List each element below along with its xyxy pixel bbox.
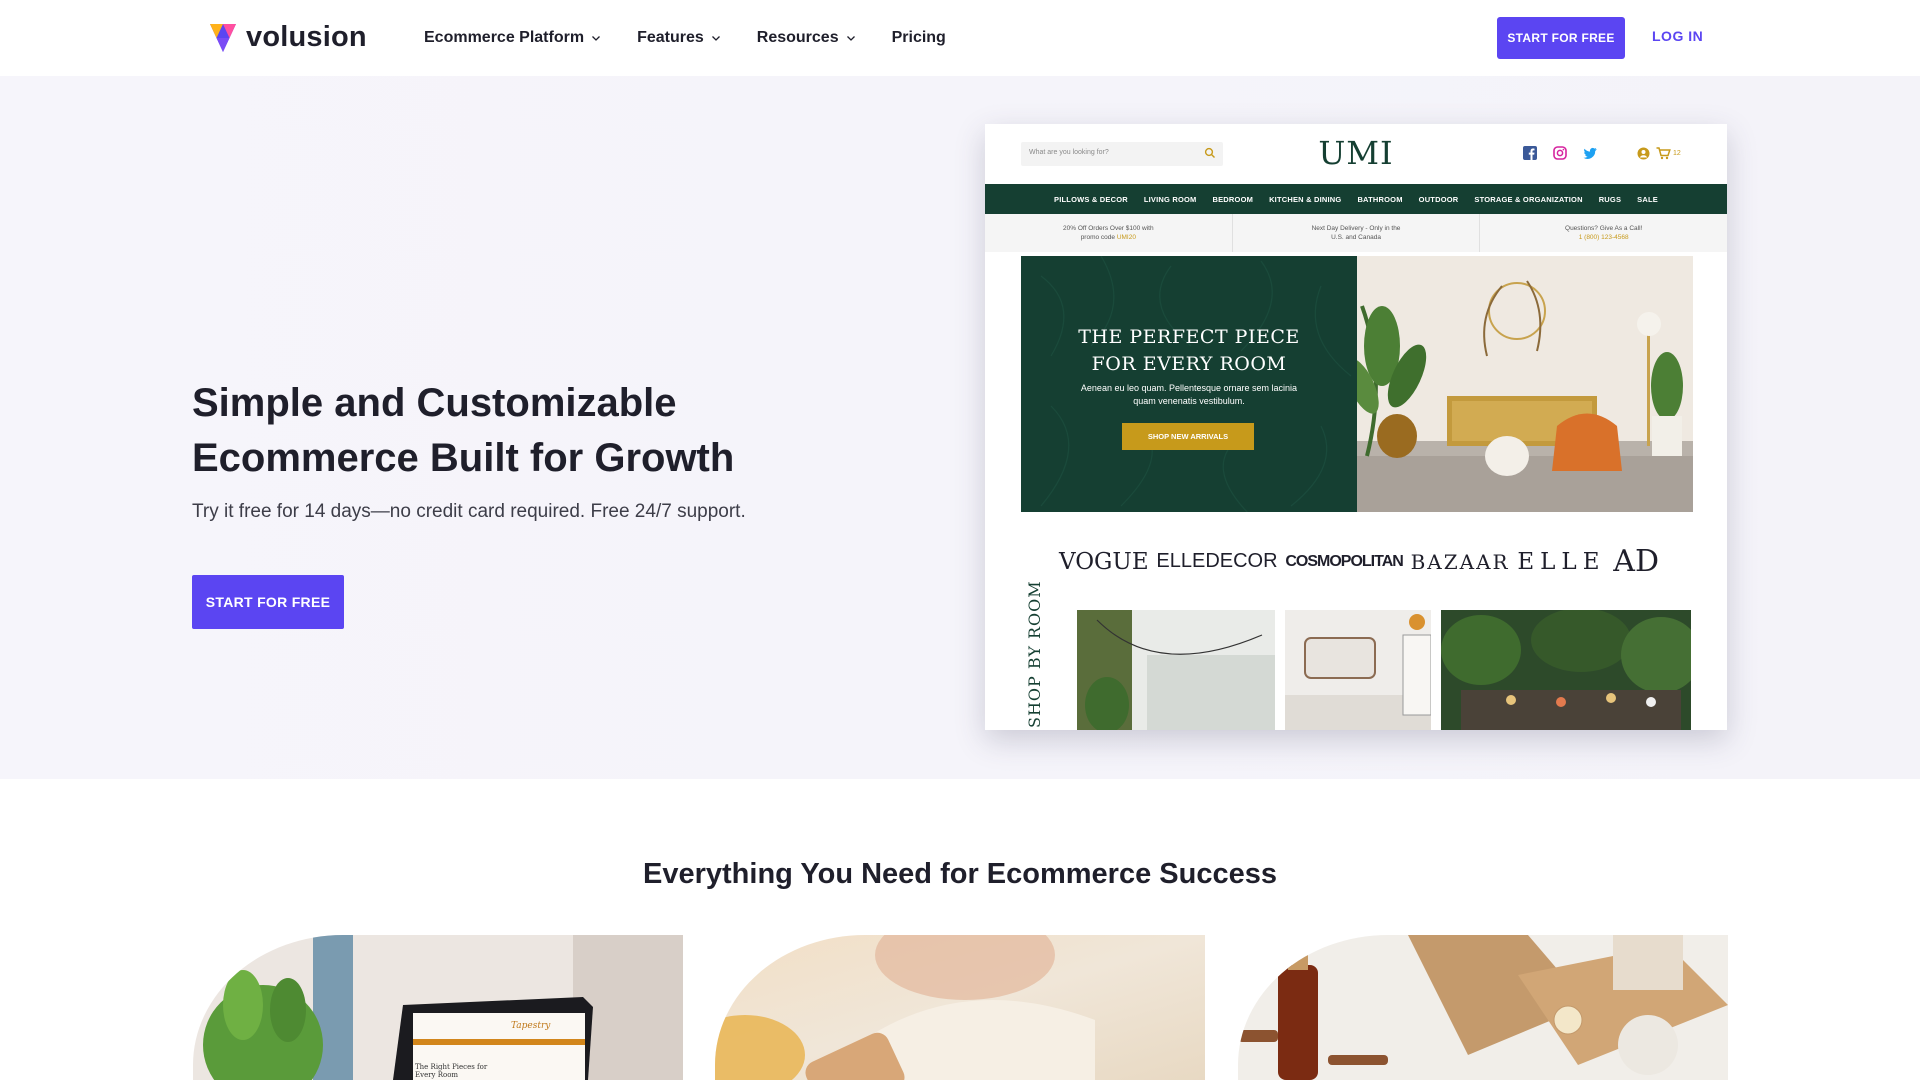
press-logo: ELLEDECOR: [1156, 550, 1278, 572]
store-preview-image: What are you looking for? UMI 12 PILLOWS…: [985, 124, 1727, 730]
preview-social-icons: [1523, 146, 1613, 160]
main-nav: Ecommerce Platform Features Resources Pr…: [424, 25, 982, 50]
promo-line: Questions? Give As a Call!: [1565, 225, 1643, 232]
shop-by-room-label: SHOP BY ROOM: [1025, 580, 1044, 728]
facebook-icon: [1523, 146, 1537, 160]
nav-label: Ecommerce Platform: [424, 28, 585, 46]
preview-nav-item: BEDROOM: [1212, 194, 1254, 204]
site-header: volusion Ecommerce Platform Features Res…: [0, 0, 1920, 76]
preview-nav-item: LIVING ROOM: [1143, 194, 1197, 204]
preview-hero-banner: THE PERFECT PIECE FOR EVERY ROOM Aenean …: [1021, 256, 1357, 512]
preview-nav-item: KITCHEN & DINING: [1269, 194, 1342, 204]
press-logos: VOGUE ELLEDECOR COSMOPOLITAN BAZAAR ELLE…: [1059, 544, 1659, 579]
account-icon: [1637, 147, 1650, 160]
preview-nav-bar: PILLOWS & DECOR LIVING ROOM BEDROOM KITC…: [985, 184, 1727, 214]
feature-card-image: Tapestry The Right Pieces for Every Room: [193, 935, 683, 1080]
promo-line: 1 (800) 123-4568: [1480, 233, 1727, 242]
twitter-icon: [1583, 146, 1597, 160]
promo-item: 20% Off Orders Over $100 with promo code…: [985, 214, 1233, 252]
banner-title-line: THE PERFECT PIECE: [1078, 326, 1300, 348]
promo-highlight: 1 (800) 123-4568: [1578, 234, 1629, 241]
living-room-photo: [1357, 256, 1693, 512]
room-tile: [1285, 610, 1431, 730]
promo-highlight: UMI20: [1116, 234, 1136, 241]
press-logo: AD: [1613, 544, 1659, 579]
nav-resources[interactable]: Resources: [757, 25, 856, 50]
chevron-down-icon: [592, 35, 601, 41]
preview-account-cart: 12: [1637, 147, 1681, 160]
chevron-down-icon: [846, 35, 855, 41]
preview-nav-item: OUTDOOR: [1418, 194, 1459, 204]
room-tile: [1077, 610, 1275, 730]
preview-nav-item: PILLOWS & DECOR: [1054, 194, 1128, 204]
nav-label: Resources: [756, 28, 839, 46]
nav-pricing[interactable]: Pricing: [892, 25, 946, 50]
promo-text: promo code: [1080, 234, 1116, 241]
chevron-down-icon: [711, 35, 720, 41]
preview-nav-item: BATHROOM: [1357, 194, 1403, 204]
instagram-icon: [1553, 146, 1567, 160]
start-for-free-button[interactable]: START FOR FREE: [1497, 17, 1625, 59]
logo-text: volusion: [246, 20, 367, 53]
tapestry-site-name: Tapestry: [511, 1021, 551, 1031]
banner-title-line: FOR EVERY ROOM: [1091, 353, 1287, 375]
preview-nav-item: RUGS: [1598, 194, 1622, 204]
press-logo: COSMOPOLITAN: [1285, 552, 1403, 570]
hero-subtitle: Try it free for 14 days—no credit card r…: [192, 501, 746, 522]
promo-line: U.S. and Canada: [1331, 234, 1381, 241]
preview-promo-strip: 20% Off Orders Over $100 with promo code…: [985, 214, 1727, 252]
volusion-logo-icon: [210, 24, 236, 52]
features-title: Everything You Need for Ecommerce Succes…: [643, 858, 1277, 890]
preview-store-logo: UMI: [1318, 134, 1394, 172]
preview-nav-item: SALE: [1637, 194, 1658, 204]
promo-line: promo code UMI20: [985, 233, 1232, 242]
banner-title: THE PERFECT PIECE FOR EVERY ROOM: [1021, 324, 1357, 378]
promo-item: Questions? Give As a Call! 1 (800) 123-4…: [1480, 214, 1727, 252]
nav-features[interactable]: Features: [637, 25, 721, 50]
tapestry-site-tagline: The Right Pieces for Every Room: [415, 1063, 488, 1079]
press-logo: BAZAAR: [1410, 549, 1510, 574]
promo-line: 20% Off Orders Over $100 with: [1063, 225, 1154, 232]
login-link[interactable]: LOG IN: [1652, 28, 1703, 44]
nav-ecommerce-platform[interactable]: Ecommerce Platform: [424, 25, 601, 50]
banner-subtitle: Aenean eu leo quam. Pellentesque ornare …: [1080, 383, 1298, 406]
hero-start-button[interactable]: START FOR FREE: [192, 575, 344, 629]
feature-card-image: [1238, 935, 1728, 1080]
nav-label: Pricing: [891, 28, 946, 46]
room-tile: [1441, 610, 1691, 730]
shop-new-arrivals-button: SHOP NEW ARRIVALS: [1122, 423, 1254, 450]
feature-card-image: [715, 935, 1205, 1080]
volusion-logo[interactable]: volusion: [208, 20, 367, 54]
press-logo: VOGUE: [1059, 548, 1149, 575]
preview-nav-item: STORAGE & ORGANIZATION: [1474, 194, 1583, 204]
hero-title: Simple and Customizable Ecommerce Built …: [192, 381, 735, 480]
nav-label: Features: [637, 28, 704, 46]
press-logo: ELLE: [1517, 548, 1606, 575]
cart-count: 12: [1673, 150, 1681, 157]
cart-icon: [1656, 147, 1671, 160]
promo-item: Next Day Delivery - Only in the U.S. and…: [1233, 214, 1481, 252]
promo-line: Next Day Delivery - Only in the: [1311, 225, 1401, 232]
